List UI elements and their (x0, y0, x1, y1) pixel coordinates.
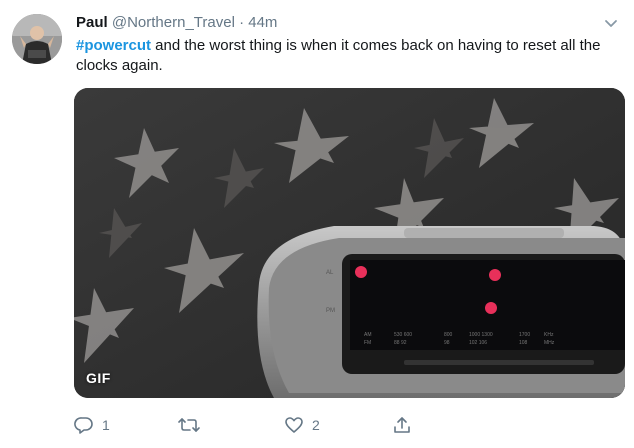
share-icon (392, 415, 412, 435)
svg-text:MHz: MHz (544, 340, 555, 346)
reply-icon (74, 415, 94, 435)
svg-text:AL: AL (326, 270, 334, 276)
tweet-card: Paul @Northern_Travel · 44m #powercut an… (0, 0, 634, 448)
like-button[interactable]: 2 (284, 412, 320, 438)
reply-count: 1 (102, 417, 110, 433)
timestamp[interactable]: 44m (248, 14, 277, 31)
svg-text:KHz: KHz (544, 332, 554, 338)
user-handle[interactable]: @Northern_Travel (112, 14, 235, 31)
svg-text:FM: FM (364, 340, 371, 346)
svg-text:1000 1300: 1000 1300 (469, 332, 493, 338)
svg-text:530 600: 530 600 (394, 332, 412, 338)
like-count: 2 (312, 417, 320, 433)
tweet-text: #powercut and the worst thing is when it… (76, 36, 616, 76)
separator-dot: · (239, 14, 245, 31)
svg-text:PM: PM (326, 308, 335, 314)
reply-button[interactable]: 1 (74, 412, 110, 438)
gif-badge: GIF (86, 370, 111, 386)
svg-text:88 92: 88 92 (394, 340, 407, 346)
avatar[interactable] (12, 14, 62, 64)
radio-clock-image: AL PM AM 530 600 800 1000 1300 1700 KHz … (74, 88, 625, 398)
display-name[interactable]: Paul (76, 14, 108, 31)
svg-text:800: 800 (444, 332, 453, 338)
svg-text:102 106: 102 106 (469, 340, 487, 346)
gif-media[interactable]: AL PM AM 530 600 800 1000 1300 1700 KHz … (74, 88, 625, 398)
avatar-image (12, 14, 62, 64)
svg-text:1700: 1700 (519, 332, 530, 338)
retweet-icon (178, 415, 200, 435)
svg-text:108: 108 (519, 340, 528, 346)
hashtag-link[interactable]: #powercut (76, 37, 151, 54)
share-button[interactable] (392, 412, 412, 438)
svg-text:AM: AM (364, 332, 372, 338)
tweet-body: and the worst thing is when it comes bac… (76, 37, 601, 74)
heart-icon (284, 415, 304, 435)
tweet-header: Paul @Northern_Travel · 44m (76, 13, 594, 33)
tweet-actions: 1 2 (74, 412, 574, 438)
chevron-down-icon[interactable] (600, 12, 622, 34)
svg-text:98: 98 (444, 340, 450, 346)
retweet-button[interactable] (178, 412, 208, 438)
